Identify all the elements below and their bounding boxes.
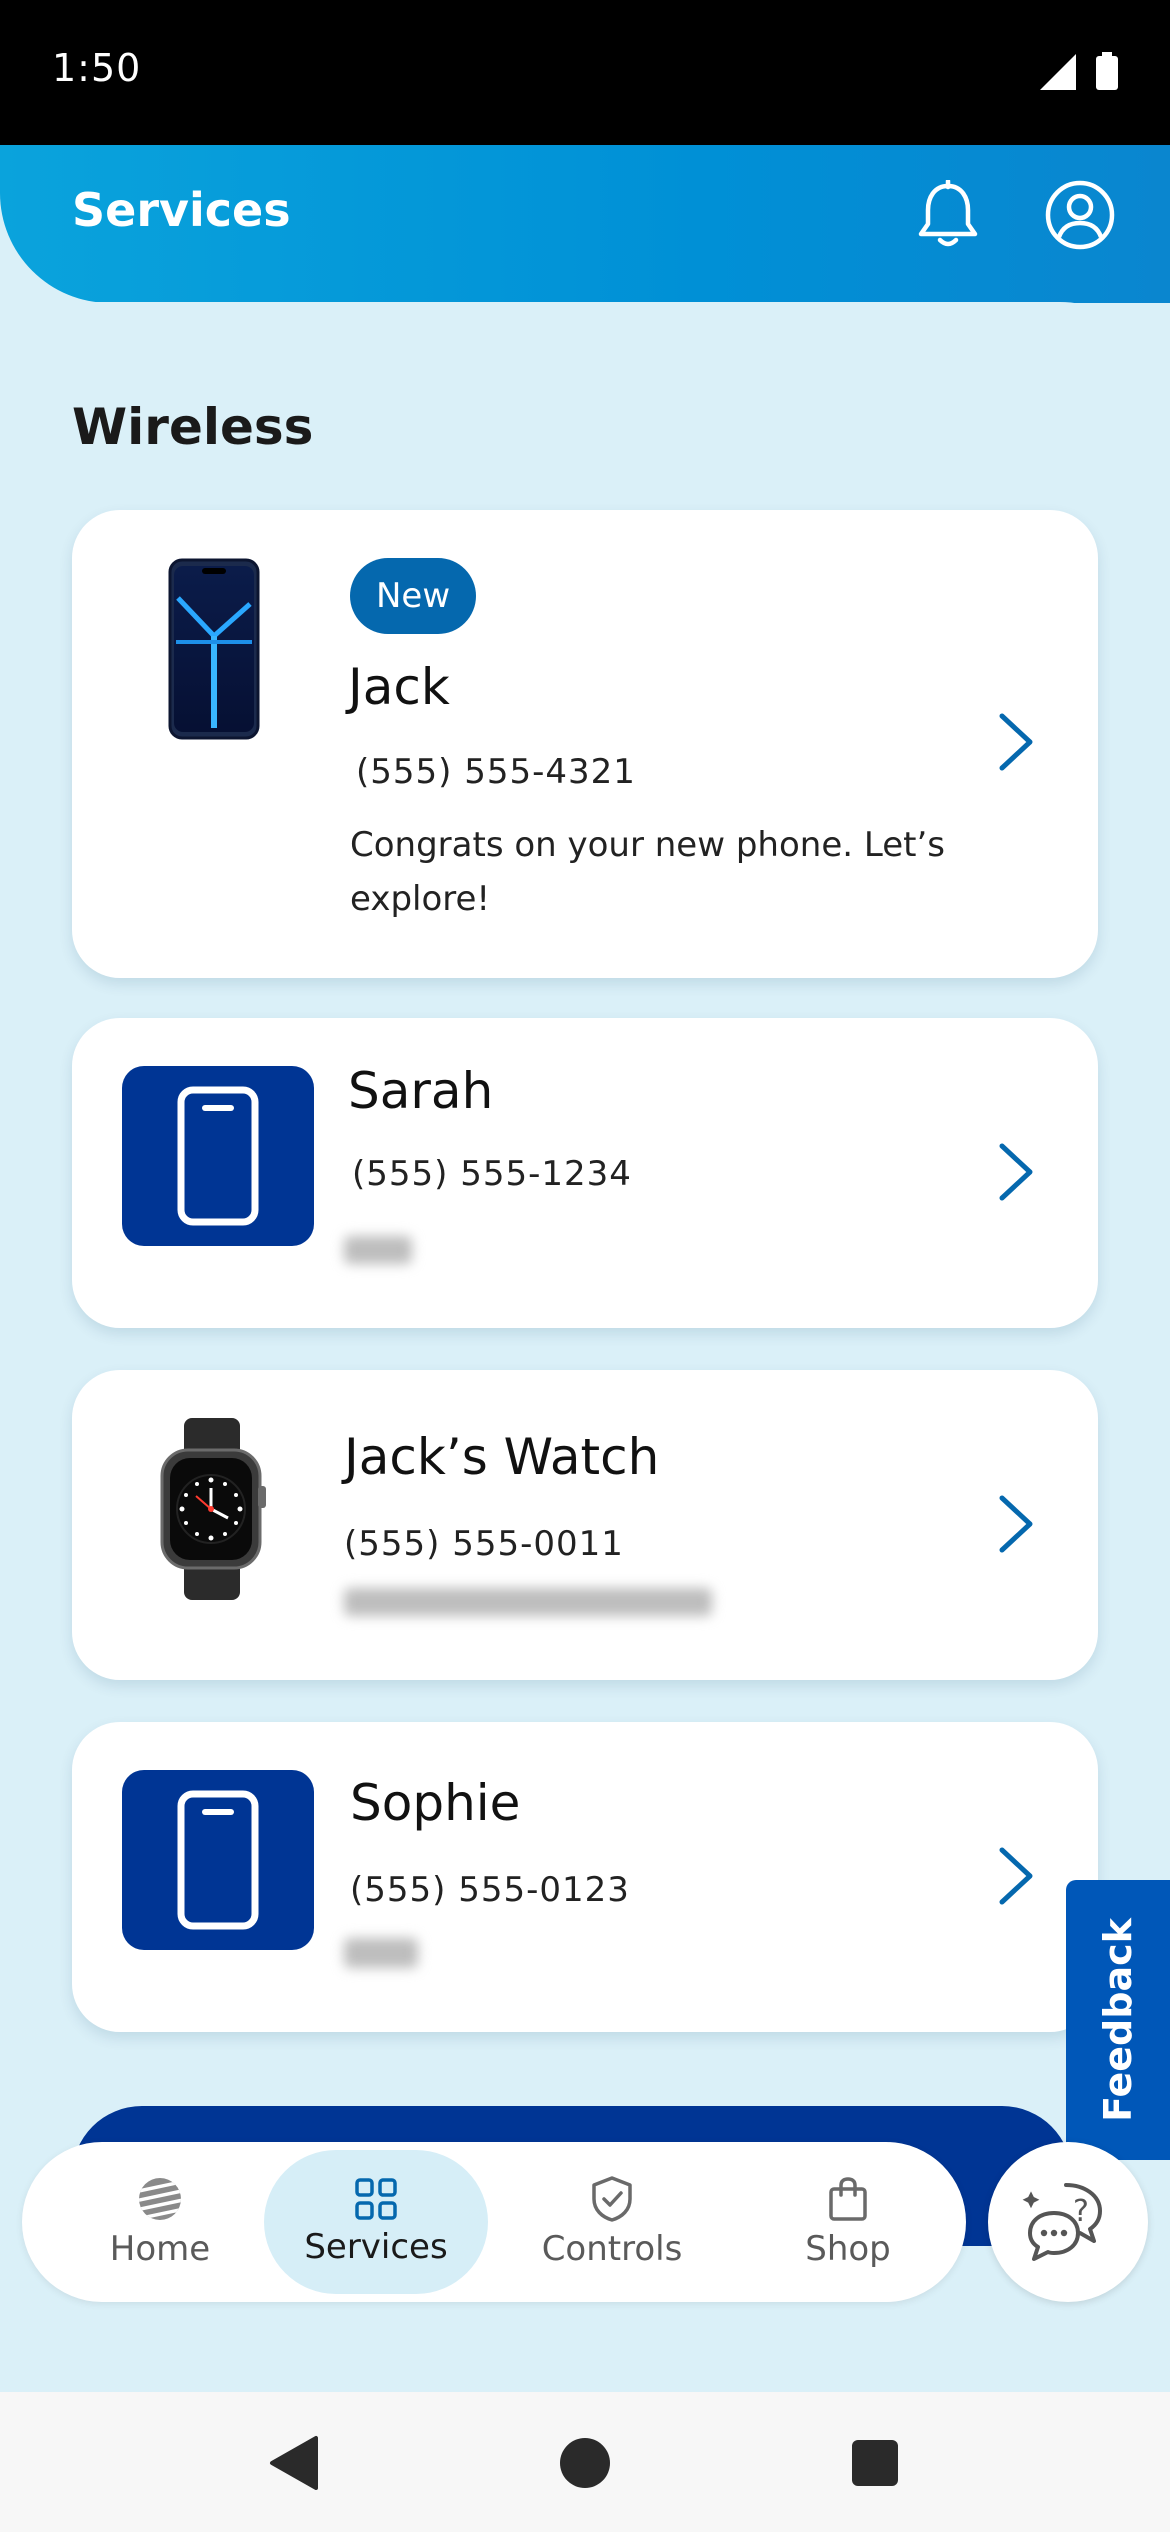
nav-label: Services [304,2227,448,2267]
device-card-jacks-watch[interactable]: Jack’s Watch (555) 555-0011 [72,1370,1098,1680]
bell-icon [918,180,978,247]
grid-icon [355,2178,397,2220]
phone-tile-icon [177,1790,259,1930]
notifications-button[interactable] [906,173,990,257]
feedback-tab[interactable]: Feedback [1066,1880,1170,2160]
nav-item-controls[interactable]: Controls [500,2150,724,2294]
section-title-wireless: Wireless [72,398,314,456]
device-phone: (555) 555-0011 [344,1524,624,1564]
device-phone: (555) 555-4321 [356,752,636,792]
chevron-right-icon [999,1847,1033,1905]
device-phone: (555) 555-1234 [352,1154,632,1194]
phone-tile-icon [177,1086,259,1226]
signal-icon [1040,54,1076,90]
chat-assistant-button[interactable]: ? [988,2142,1148,2302]
device-phone: (555) 555-0123 [350,1870,630,1910]
new-badge: New [350,558,477,634]
shopping-bag-icon [829,2177,867,2221]
nav-item-services[interactable]: Services [264,2150,488,2294]
chevron-right-icon [999,1143,1033,1201]
phone-tile [122,1066,314,1246]
nav-label: Home [109,2229,211,2269]
chevron-right-icon [999,713,1033,771]
nav-item-shop[interactable]: Shop [736,2150,960,2294]
device-name: Sophie [350,1774,521,1832]
chat-help-icon: ? [1022,2183,1102,2261]
home-icon[interactable] [550,2428,620,2498]
profile-button[interactable] [1038,173,1122,257]
redacted-plan-text [344,1938,418,1968]
shield-check-icon [592,2176,632,2222]
battery-icon [1096,52,1118,90]
back-icon[interactable] [258,2428,328,2498]
services-content: Wireless New Jack (555) 555-4321 Congrat… [0,302,1170,2392]
status-bar: 1:50 [0,0,1170,145]
status-time: 1:50 [52,46,142,90]
system-nav-bar [0,2392,1170,2532]
bottom-nav: Home Services Controls Shop [22,2142,966,2302]
device-description: Congrats on your new phone. Let’s explor… [350,825,945,919]
recents-icon[interactable] [840,2428,910,2498]
smartphone-image [168,558,260,740]
device-card-jack[interactable]: New Jack (555) 555-4321 Congrats on your… [72,510,1098,978]
page-title: Services [72,183,291,237]
phone-tile [122,1770,314,1950]
device-card-sophie[interactable]: Sophie (555) 555-0123 [72,1722,1098,2032]
smartwatch-image [160,1418,266,1600]
device-name: Jack’s Watch [344,1428,660,1486]
account-icon [1045,180,1115,250]
nav-label: Controls [541,2229,683,2269]
redacted-plan-text [344,1588,712,1616]
nav-item-home[interactable]: Home [48,2150,272,2294]
status-icons [1040,52,1118,90]
app-header: Services [0,145,1170,303]
redacted-plan-text [344,1236,412,1264]
device-name: Sarah [348,1062,494,1120]
device-card-sarah[interactable]: Sarah (555) 555-1234 [72,1018,1098,1328]
device-name: Jack [348,658,450,716]
nav-label: Shop [805,2229,891,2269]
att-globe-icon [139,2178,181,2220]
chevron-right-icon [999,1495,1033,1553]
feedback-label: Feedback [1096,1918,1140,2122]
